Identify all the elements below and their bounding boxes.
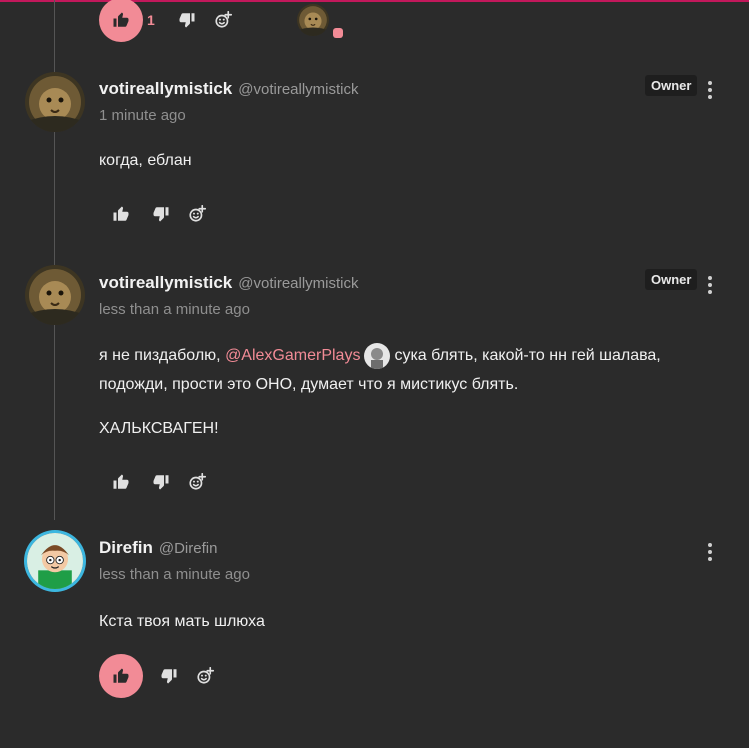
comment-paragraph: ХАЛЬКСВАГЕН! bbox=[99, 420, 219, 437]
comment-actions bbox=[99, 654, 227, 698]
comment-paragraph: Кста твоя мать шлюха bbox=[99, 613, 265, 630]
timestamp[interactable]: less than a minute ago bbox=[99, 566, 250, 583]
like-button[interactable] bbox=[99, 654, 143, 698]
like-button[interactable] bbox=[99, 0, 143, 42]
add-reaction-icon bbox=[188, 205, 206, 223]
owner-badge: Owner bbox=[645, 75, 698, 96]
reaction-avatar[interactable] bbox=[297, 4, 329, 36]
avatar[interactable] bbox=[25, 265, 85, 325]
add-reaction-icon bbox=[188, 473, 206, 491]
add-reaction-button[interactable] bbox=[175, 460, 219, 504]
like-count: 1 bbox=[147, 12, 155, 28]
like-button[interactable] bbox=[99, 192, 143, 236]
username[interactable]: votireallymistick bbox=[99, 273, 232, 293]
comment-text: Кста твоя мать шлюха bbox=[99, 607, 265, 636]
thumbs-down-icon bbox=[152, 205, 170, 223]
avatar[interactable] bbox=[25, 72, 85, 132]
reaction-badge bbox=[333, 28, 343, 38]
comment-actions bbox=[99, 460, 219, 504]
thumbs-down-icon bbox=[152, 473, 170, 491]
timestamp[interactable]: 1 minute ago bbox=[99, 107, 186, 124]
like-button[interactable] bbox=[99, 460, 143, 504]
owner-badge: Owner bbox=[645, 269, 698, 290]
thumbs-up-icon bbox=[112, 11, 130, 29]
add-reaction-button[interactable] bbox=[175, 192, 219, 236]
mention-avatar bbox=[364, 343, 390, 369]
add-reaction-icon bbox=[196, 667, 214, 685]
add-reaction-icon bbox=[214, 11, 232, 29]
comment-paragraph: я не пиздаболю, @AlexGamerPlays сука блят… bbox=[99, 341, 699, 399]
timestamp[interactable]: less than a minute ago bbox=[99, 301, 250, 318]
more-vertical-icon[interactable] bbox=[707, 81, 713, 99]
thumbs-up-icon bbox=[112, 473, 130, 491]
comment-paragraph: когда, еблан bbox=[99, 152, 192, 169]
user-handle[interactable]: @Direfin bbox=[159, 540, 218, 557]
username[interactable]: Direfin bbox=[99, 538, 153, 558]
comment-text: я не пиздаболю, @AlexGamerPlays сука блят… bbox=[99, 341, 699, 443]
user-handle[interactable]: @votireallymistick bbox=[238, 81, 358, 98]
add-reaction-button[interactable] bbox=[201, 0, 245, 42]
thumbs-down-icon bbox=[178, 11, 196, 29]
comment-text: когда, еблан bbox=[99, 146, 192, 175]
thumbs-up-icon bbox=[112, 205, 130, 223]
more-vertical-icon[interactable] bbox=[707, 543, 713, 561]
text-segment: я не пиздаболю, bbox=[99, 347, 221, 364]
comment-actions bbox=[99, 192, 219, 236]
more-vertical-icon[interactable] bbox=[707, 276, 713, 294]
avatar[interactable] bbox=[27, 533, 83, 589]
user-handle[interactable]: @votireallymistick bbox=[238, 275, 358, 292]
thumbs-up-icon bbox=[112, 667, 130, 685]
username[interactable]: votireallymistick bbox=[99, 79, 232, 99]
user-mention[interactable]: @AlexGamerPlays bbox=[225, 347, 360, 364]
comment: votireallymistick @votireallymistick les… bbox=[0, 265, 749, 465]
thumbs-down-icon bbox=[160, 667, 178, 685]
reply-actions-top: 1 bbox=[99, 0, 245, 42]
comment: Direfin @Direfin less than a minute ago … bbox=[0, 531, 749, 651]
add-reaction-button[interactable] bbox=[183, 654, 227, 698]
